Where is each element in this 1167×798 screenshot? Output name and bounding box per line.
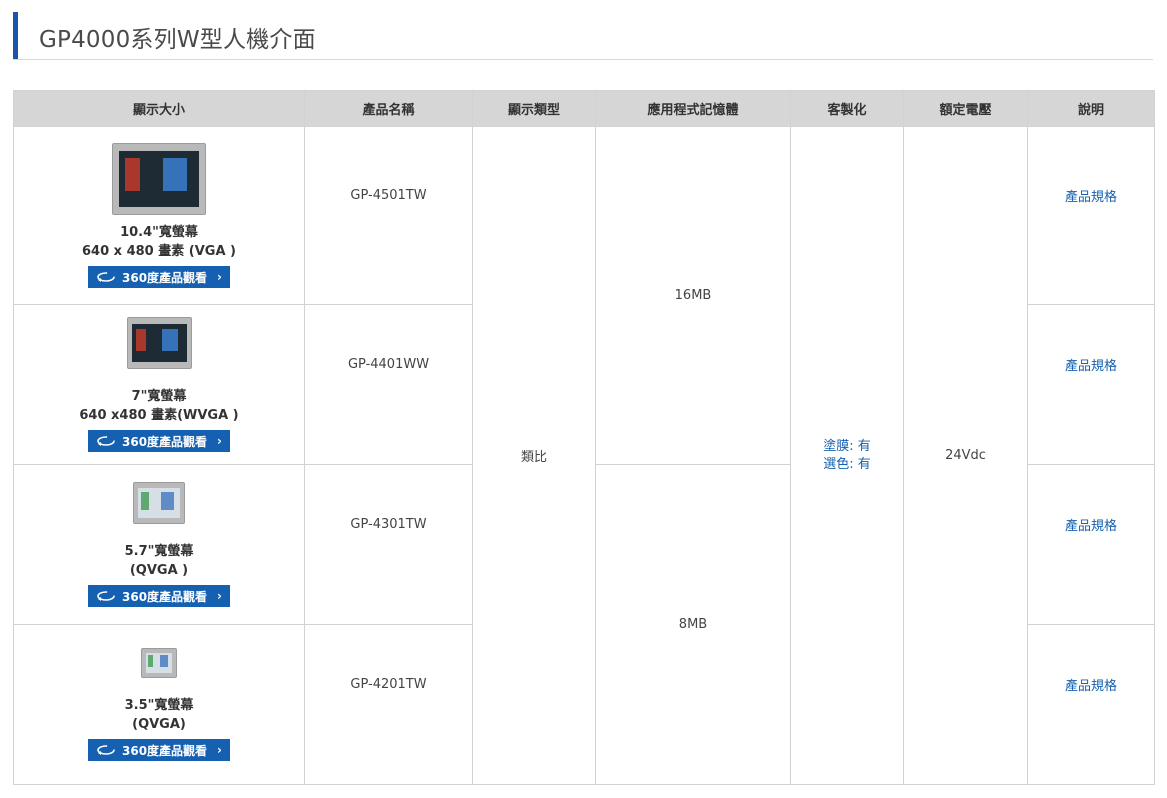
model-cell: GP-4501TW bbox=[304, 126, 473, 305]
model-name: GP-4401WW bbox=[347, 357, 430, 372]
view-360-button[interactable]: 360度產品觀看 › bbox=[88, 739, 230, 761]
spec-link[interactable]: 產品規格 bbox=[1065, 519, 1117, 534]
description-cell: 產品規格 bbox=[1027, 304, 1155, 465]
view-360-button[interactable]: 360度產品觀看 › bbox=[88, 585, 230, 607]
model-cell: GP-4401WW bbox=[304, 304, 473, 465]
table-header-row: 顯示大小 產品名稱 顯示類型 應用程式記憶體 客製化 額定電壓 說明 bbox=[13, 90, 1155, 127]
model-name: GP-4501TW bbox=[350, 188, 427, 203]
view-360-label: 360度產品觀看 bbox=[122, 743, 208, 758]
chevron-right-icon: › bbox=[217, 743, 222, 757]
view-360-label: 360度產品觀看 bbox=[122, 589, 208, 604]
page-title: GP4000系列W型人機介面 bbox=[39, 27, 316, 53]
rotate-360-icon bbox=[97, 436, 115, 446]
table-row: 10.4"寬螢幕 640 x 480 畫素 (VGA ) 360度產品觀看 › … bbox=[13, 126, 1155, 785]
model-cell: GP-4201TW bbox=[304, 624, 473, 785]
spec-link[interactable]: 產品規格 bbox=[1065, 359, 1117, 374]
memory-value: 8MB bbox=[678, 617, 708, 632]
display-size-cell: 10.4"寬螢幕 640 x 480 畫素 (VGA ) 360度產品觀看 › bbox=[13, 126, 305, 305]
display-size-text: 3.5"寬螢幕 (QVGA) bbox=[124, 698, 194, 732]
rotate-360-icon bbox=[97, 745, 115, 755]
chevron-right-icon: › bbox=[217, 589, 222, 603]
header-display-type: 顯示類型 bbox=[472, 90, 596, 127]
display-size-text: 10.4"寬螢幕 640 x 480 畫素 (VGA ) bbox=[82, 225, 236, 259]
display-size-cell: 7"寬螢幕 640 x480 畫素(WVGA ) 360度產品觀看 › bbox=[13, 304, 305, 465]
chevron-right-icon: › bbox=[217, 270, 222, 284]
model-name: GP-4201TW bbox=[350, 677, 427, 692]
spec-link[interactable]: 產品規格 bbox=[1065, 190, 1117, 205]
header-product-name: 產品名稱 bbox=[304, 90, 473, 127]
product-image-gp4301tw[interactable] bbox=[133, 482, 185, 524]
header-description: 說明 bbox=[1027, 90, 1155, 127]
header-display-size: 顯示大小 bbox=[13, 90, 305, 127]
customization-value: 塗膜: 有 選色: 有 bbox=[823, 438, 871, 472]
product-image-gp4501tw[interactable] bbox=[112, 143, 206, 215]
description-cell: 產品規格 bbox=[1027, 624, 1155, 785]
header-app-memory: 應用程式記憶體 bbox=[595, 90, 791, 127]
header-rated-voltage: 額定電壓 bbox=[903, 90, 1028, 127]
view-360-label: 360度產品觀看 bbox=[122, 270, 208, 285]
display-size-cell: 3.5"寬螢幕 (QVGA) 360度產品觀看 › bbox=[13, 624, 305, 785]
view-360-button[interactable]: 360度產品觀看 › bbox=[88, 430, 230, 452]
model-cell: GP-4301TW bbox=[304, 464, 473, 625]
product-image-gp4201tw[interactable] bbox=[141, 648, 177, 678]
memory-value: 16MB bbox=[674, 288, 712, 303]
spec-link[interactable]: 產品規格 bbox=[1065, 679, 1117, 694]
description-cell: 產品規格 bbox=[1027, 464, 1155, 625]
model-name: GP-4301TW bbox=[350, 517, 427, 532]
display-size-text: 5.7"寬螢幕 (QVGA ) bbox=[124, 544, 194, 578]
title-accent-bar bbox=[13, 12, 18, 59]
customization-cell: 塗膜: 有 選色: 有 bbox=[790, 126, 904, 785]
header-customization: 客製化 bbox=[790, 90, 904, 127]
page-header: GP4000系列W型人機介面 bbox=[13, 12, 1153, 60]
view-360-button[interactable]: 360度產品觀看 › bbox=[88, 266, 230, 288]
view-360-label: 360度產品觀看 bbox=[122, 434, 208, 449]
product-spec-table: 顯示大小 產品名稱 顯示類型 應用程式記憶體 客製化 額定電壓 說明 10.4"… bbox=[13, 90, 1155, 785]
chevron-right-icon: › bbox=[217, 434, 222, 448]
voltage-cell: 24Vdc bbox=[903, 126, 1028, 785]
display-size-text: 7"寬螢幕 640 x480 畫素(WVGA ) bbox=[79, 389, 239, 423]
memory-cell-top: 16MB bbox=[595, 126, 791, 465]
display-size-cell: 5.7"寬螢幕 (QVGA ) 360度產品觀看 › bbox=[13, 464, 305, 625]
display-type-value: 類比 bbox=[520, 450, 547, 465]
rotate-360-icon bbox=[97, 591, 115, 601]
voltage-value: 24Vdc bbox=[945, 448, 986, 463]
description-cell: 產品規格 bbox=[1027, 126, 1155, 305]
product-image-gp4401ww[interactable] bbox=[126, 317, 192, 369]
rotate-360-icon bbox=[97, 272, 115, 282]
memory-cell-bottom: 8MB bbox=[595, 464, 791, 785]
display-type-cell: 類比 bbox=[472, 126, 596, 785]
